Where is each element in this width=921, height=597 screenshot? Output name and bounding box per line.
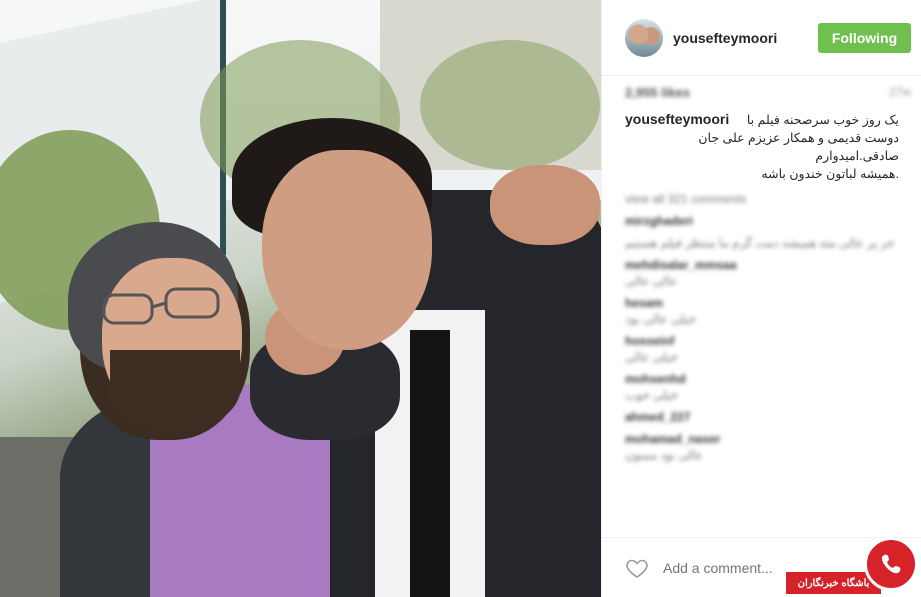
comment-text: عالی بود ممنون xyxy=(625,448,704,462)
avatar[interactable] xyxy=(625,18,663,57)
post-time[interactable]: 27w xyxy=(889,85,911,99)
comment-text: خیلی خوب xyxy=(625,388,679,402)
comment-username[interactable]: mehdisalar_mmsaa xyxy=(625,258,736,272)
comment-item: hesam خیلی عالی بود xyxy=(625,295,899,327)
comment-item: mirzghaderi xyxy=(625,213,899,229)
comment-username[interactable]: hosseinf xyxy=(625,334,674,348)
comment-text: خیلی عالی xyxy=(625,350,678,364)
person-left-glasses xyxy=(102,287,220,325)
caption-username[interactable]: yousefteymoori xyxy=(625,111,729,127)
comment-item: خر پر عالی مثه همیشه دمت گرم ما منتظر فی… xyxy=(625,235,899,251)
person-right-tie xyxy=(410,330,450,597)
likes-count[interactable]: 2,955 likes xyxy=(625,85,690,100)
watermark-emblem-icon xyxy=(864,537,918,591)
comment-item: mohamad_naser عالی بود ممنون xyxy=(625,431,899,463)
comment-item: ahmed_227 xyxy=(625,409,899,425)
username[interactable]: yousefteymoori xyxy=(673,30,818,46)
person-right-face xyxy=(262,150,432,350)
phone-receiver-icon xyxy=(881,554,901,574)
heart-icon[interactable] xyxy=(625,556,649,580)
comment-username[interactable]: mohsenhd xyxy=(625,372,686,386)
comment-username[interactable]: mirzghaderi xyxy=(625,214,693,228)
comment-text: خر پر عالی مثه همیشه دمت گرم ما منتظر فی… xyxy=(625,236,895,250)
person-left-hand-on-shoulder xyxy=(490,165,600,245)
comment-username[interactable]: hesam xyxy=(625,296,663,310)
instagram-post: yousefteymoori Following 2,955 likes 27w… xyxy=(0,0,921,597)
watermark-logo: باشگاه خبرنگاران xyxy=(786,537,921,597)
comment-item: hosseinf خیلی عالی xyxy=(625,333,899,365)
comment-text: عالی عالی xyxy=(625,274,678,288)
comments-list: view all 321 comments mirzghaderi خر پر … xyxy=(602,183,921,463)
comment-username[interactable]: ahmed_227 xyxy=(625,410,690,424)
post-caption: yousefteymoori یک روز خوب سرصحنه فیلم با… xyxy=(602,108,921,183)
person-left-beard xyxy=(110,350,240,430)
post-photo[interactable] xyxy=(0,0,601,597)
post-header: yousefteymoori Following xyxy=(602,0,921,76)
comment-item: mohsenhd خیلی خوب xyxy=(625,371,899,403)
following-button[interactable]: Following xyxy=(818,22,911,53)
post-meta: 2,955 likes 27w xyxy=(602,76,921,108)
caption-line-3: .همیشه لباتون خندون باشه xyxy=(761,167,899,181)
comment-text: خیلی عالی بود xyxy=(625,312,697,326)
comment-item: mehdisalar_mmsaa عالی عالی xyxy=(625,257,899,289)
view-all-comments-link[interactable]: view all 321 comments xyxy=(625,191,899,207)
caption-line-2: دوست قدیمی و همکار عزیزم علی جان صادقی.ا… xyxy=(698,131,899,163)
comment-username[interactable]: mohamad_naser xyxy=(625,432,720,446)
post-side-panel: yousefteymoori Following 2,955 likes 27w… xyxy=(601,0,921,597)
photo-tree xyxy=(420,40,600,170)
